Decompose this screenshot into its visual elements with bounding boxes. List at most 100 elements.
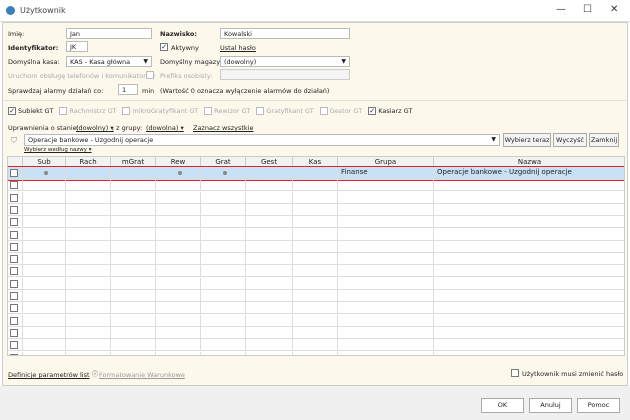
row-select-cell [8,240,23,252]
maximize-button[interactable]: ☐ [583,4,592,15]
app-checkbox-item[interactable]: Gestor GT [319,107,362,115]
formatowanie-link[interactable]: Formatowanie Warunkowe [99,371,185,379]
table-row[interactable] [8,314,624,327]
wybierz-wg-nazwy-dropdown[interactable]: Wybierz według nazwy ▾ [24,147,92,153]
pomoc-button[interactable]: Pomoc [577,398,620,413]
search-combobox[interactable]: Operacje bankowe - Uzgodnij operacje [24,134,500,146]
row-checkbox[interactable] [10,230,18,239]
app-checkbox[interactable]: ✓ [368,107,377,115]
row-checkbox[interactable] [10,279,18,288]
app-checkbox-item[interactable]: ✓ Subiekt GT [8,107,53,115]
definicje-link[interactable]: Definicje parametrów list [8,371,90,379]
row-checkbox[interactable] [10,341,18,350]
grid-header-sub[interactable]: Sub [23,157,66,167]
wybierz-teraz-button[interactable]: Wybierz teraz [503,133,551,147]
cell-gest [246,314,293,326]
table-row[interactable]: Finanse Operacje bankowe - Uzgodnij opera… [8,166,624,181]
cell-grat [201,216,246,228]
app-checkbox-item[interactable]: Gratyfikant GT [256,107,314,115]
app-checkbox-item[interactable]: mikroGratyfikant GT [122,107,198,115]
grid-header-grat[interactable]: Grat [201,157,246,167]
table-row[interactable] [8,228,624,241]
grid-header-grupa[interactable]: Grupa [338,157,434,167]
cell-rew [156,240,201,252]
cell-grat [201,326,246,338]
magazyn-dropdown[interactable]: (dowolny) [220,56,350,67]
stan-dropdown[interactable]: (dowolny) ▾ [76,124,114,132]
row-checkbox[interactable] [10,328,18,337]
table-row[interactable] [8,302,624,315]
minimize-button[interactable]: — [556,4,566,15]
app-checkbox[interactable] [122,107,131,115]
row-select-cell [8,339,23,351]
app-checkbox-item[interactable]: ✓ Kasiarz GT [368,107,412,115]
cell-sub [23,326,66,338]
row-checkbox[interactable] [10,193,18,202]
cell-kas [293,302,338,314]
row-checkbox[interactable] [10,181,18,190]
table-row[interactable] [8,179,624,192]
cell-kas [293,314,338,326]
grupa-dropdown[interactable]: (dowolna) ▾ [146,124,184,132]
wyczysc-button[interactable]: Wyczyść [553,133,587,147]
row-checkbox[interactable] [10,292,18,300]
row-checkbox[interactable] [10,353,18,355]
row-checkbox[interactable] [10,316,18,325]
table-row[interactable] [8,277,624,290]
row-checkbox[interactable] [10,205,18,214]
title-bar: Użytkownik — ☐ ✕ [0,0,630,22]
ok-button[interactable]: OK [481,398,524,413]
grid-header-rach[interactable]: Rach [66,157,111,167]
anuluj-button[interactable]: Anuluj [529,398,572,413]
zaznacz-wszystkie-link[interactable]: Zaznacz wszystkie [193,124,253,132]
cell-sub [23,179,66,191]
table-row[interactable] [8,290,624,302]
row-checkbox[interactable] [10,267,18,276]
zamknij-button[interactable]: Zamknij [589,133,619,147]
app-icon [6,6,15,15]
imie-input[interactable]: Jan [66,28,152,39]
app-checkbox[interactable]: ✓ [8,107,16,115]
close-button[interactable]: ✕ [610,4,618,15]
kasa-dropdown[interactable]: KAS - Kasa główna [66,56,152,67]
table-row[interactable] [8,339,624,352]
row-checkbox[interactable] [10,304,18,313]
table-row[interactable] [8,240,624,253]
table-row[interactable] [8,191,624,204]
row-checkbox[interactable] [10,218,18,227]
alarmy-label: Sprawdzaj alarmy działań co: [8,87,104,95]
grid-header-select [8,157,23,167]
alarmy-input[interactable]: 1 [118,84,138,95]
grid-header-kas[interactable]: Kas [293,157,338,167]
nazwisko-input[interactable]: Kowalski [220,28,350,39]
cell-sub [23,253,66,265]
app-checkbox[interactable] [59,107,68,115]
row-checkbox[interactable] [10,169,18,177]
grid-header-rew[interactable]: Rew [156,157,201,167]
app-checkbox-item[interactable]: Rachmistrz GT [59,107,116,115]
grid-header-nazwa[interactable]: Nazwa [434,157,624,167]
aktywny-checkbox[interactable]: ✓ [160,43,168,51]
app-checkbox-item[interactable]: Rewizor GT [204,107,250,115]
table-row[interactable] [8,253,624,266]
cell-grat [201,290,246,301]
prefiks-input[interactable] [220,69,350,80]
grid-header-gest[interactable]: Gest [246,157,293,167]
table-row[interactable] [8,216,624,229]
row-checkbox[interactable] [10,255,18,264]
grid-header-mgrat[interactable]: mGrat [111,157,156,167]
app-checkbox[interactable] [204,107,213,115]
cell-kas [293,228,338,240]
musi-zmienic-checkbox[interactable] [511,369,519,377]
row-checkbox[interactable] [10,242,18,251]
table-row[interactable] [8,326,624,339]
table-row[interactable] [8,351,624,355]
row-select-cell [8,167,23,179]
identyfikator-input[interactable]: JK [66,41,88,52]
table-row[interactable] [8,265,624,278]
table-row[interactable] [8,203,624,216]
app-checkbox[interactable] [319,107,328,115]
ustal-haslo-link[interactable]: Ustal hasło [220,44,256,52]
app-checkbox[interactable] [256,107,265,115]
telefony-checkbox[interactable] [146,71,154,79]
